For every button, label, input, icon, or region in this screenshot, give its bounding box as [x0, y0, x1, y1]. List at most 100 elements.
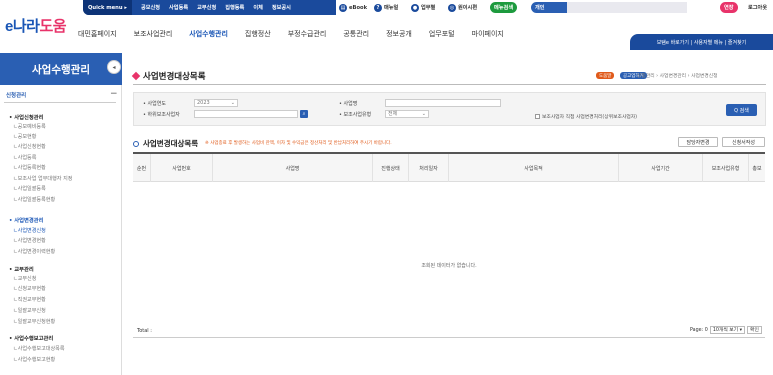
- page-title-text: 사업변경대상목록: [143, 72, 206, 82]
- remote-button[interactable]: ◎ 원이시편: [446, 2, 481, 13]
- quick-item-exec[interactable]: 집행등록: [225, 4, 244, 11]
- remote-label: 원이시편: [458, 5, 478, 11]
- gnb-item-execution[interactable]: 사업수행관리: [189, 29, 228, 39]
- quick-menu-bar: Quick menu ▸ 공모신청 사업등록 교부신청 집행등록 이체 정보공시: [83, 0, 336, 15]
- gnb-item-disclosure[interactable]: 정보공개: [386, 29, 412, 39]
- sidebar-group-active[interactable]: • 사업변경관리: [9, 216, 43, 224]
- gnb-item-mypage[interactable]: 마이페이지: [472, 29, 504, 39]
- sidebar-item[interactable]: ㄴ교부신청: [13, 275, 36, 282]
- year-value: 2023: [197, 100, 210, 106]
- sidebar-item[interactable]: ㄴ사업일괄등록: [13, 185, 46, 192]
- gnb-item-public[interactable]: 대민홈페이지: [78, 29, 117, 39]
- sidebar-item[interactable]: ㄴ공모현황: [13, 133, 36, 140]
- chevron-down-icon: ⌄: [230, 100, 235, 106]
- sidebar-item[interactable]: ㄴ사업변경이력현황: [13, 248, 55, 255]
- col-purpose[interactable]: 사업목적: [449, 154, 619, 182]
- page-size-select[interactable]: 10개씩 보기 ▾: [709, 326, 746, 334]
- sidebar-item-active[interactable]: ㄴ사업변경신청: [13, 227, 46, 234]
- gnb-item-subsidy[interactable]: 보조사업관리: [134, 29, 173, 39]
- menu-search-button[interactable]: 메뉴검색: [490, 2, 518, 13]
- gnb-item-fraud[interactable]: 부정수급관리: [288, 29, 327, 39]
- manual-button[interactable]: ? 매뉴얼: [372, 2, 402, 13]
- sidebar-group[interactable]: • 교부관리: [9, 265, 34, 273]
- by-task-button[interactable]: ● 업무별: [409, 2, 439, 13]
- extend-label: 연장: [724, 5, 734, 11]
- col-biz-no[interactable]: 사업번호: [151, 154, 213, 182]
- sidebar-item[interactable]: ㄴ사업수행보고대상목록: [13, 345, 65, 352]
- list-notice: ※ 사업종료 후 발생하는 사업비 잔액, 이자 및 수익금은 정산처리 및 반…: [205, 141, 392, 146]
- table-header: 순번 사업번호 사업명 진행상태 처리일자 사업목적 사업기간 보조사업유형 총…: [133, 154, 765, 182]
- chevron-down-icon: ⌄: [421, 111, 426, 117]
- results-table: 순번 사업번호 사업명 진행상태 처리일자 사업목적 사업기간 보조사업유형 총…: [133, 152, 765, 338]
- gnb-item-settlement[interactable]: 집행정산: [245, 29, 271, 39]
- ebook-label: eBook: [349, 4, 368, 11]
- sidebar-collapse-button[interactable]: ◂: [107, 60, 121, 74]
- sidebar-item[interactable]: ㄴ사업수행보고현황: [13, 356, 55, 363]
- sidebar-item[interactable]: ㄴ사업일괄등록현황: [13, 196, 55, 203]
- extend-session-button[interactable]: 연장: [720, 2, 738, 13]
- gnb-item-portal[interactable]: 업무포털: [429, 29, 455, 39]
- sidebar-group[interactable]: • 사업신청관리: [9, 113, 43, 121]
- personal-button[interactable]: 개인: [531, 2, 567, 13]
- year-select[interactable]: 2023 ⌄: [194, 99, 238, 107]
- col-status[interactable]: 진행상태: [373, 154, 409, 182]
- minus-icon[interactable]: −: [110, 89, 118, 99]
- sidebar-item[interactable]: ㄴ공모예비등록: [13, 123, 46, 130]
- col-biz-name[interactable]: 사업명: [213, 154, 373, 182]
- sidebar-item[interactable]: ㄴ사업신청현황: [13, 143, 46, 150]
- col-date[interactable]: 처리일자: [409, 154, 449, 182]
- list-title: 사업변경대상목록: [133, 138, 198, 149]
- top-utility-bar: Quick menu ▸ 공모신청 사업등록 교부신청 집행등록 이체 정보공시…: [0, 0, 773, 16]
- sub-org-input[interactable]: [194, 110, 298, 118]
- sidebar-item[interactable]: ㄴ일괄교부신청: [13, 307, 46, 314]
- page-title: 사업변경대상목록: [131, 70, 206, 82]
- quick-item-transfer[interactable]: 이체: [253, 4, 263, 11]
- sidebar-section-title: 신청관리: [6, 93, 27, 99]
- direct-change-checkbox[interactable]: 보조사업자 직접 사업변경처리(상위보조사업자): [535, 113, 637, 120]
- col-period[interactable]: 사업기간: [619, 154, 703, 182]
- type-label: • 보조사업유형: [339, 112, 372, 118]
- ebook-icon: ▤: [339, 3, 347, 12]
- gnb-right-links[interactable]: 보탬e 바로가기 | 사용자별 메뉴 | 즐겨찾기: [630, 34, 773, 50]
- sidebar-item[interactable]: ㄴ신청교부현황: [13, 285, 46, 292]
- remote-icon: ◎: [448, 3, 456, 12]
- name-label: • 사업명: [339, 101, 358, 107]
- manual-label: 매뉴얼: [384, 5, 399, 11]
- col-total[interactable]: 총보: [749, 154, 765, 182]
- ebook-button[interactable]: ▤ eBook: [337, 2, 371, 13]
- list-title-text: 사업변경대상목록: [143, 139, 199, 148]
- logout-label: 로그아웃: [748, 5, 768, 11]
- write-application-button[interactable]: 신청서작성: [722, 137, 765, 147]
- search-icon[interactable]: ⌕: [300, 110, 308, 118]
- gnb-item-common[interactable]: 공통관리: [343, 29, 369, 39]
- quick-item-grant[interactable]: 교부신청: [197, 4, 216, 11]
- col-seq[interactable]: 순번: [133, 154, 151, 182]
- sidebar-item[interactable]: ㄴ직권교부현황: [13, 296, 46, 303]
- type-value: 전체: [388, 111, 398, 117]
- col-type[interactable]: 보조사업유형: [703, 154, 749, 182]
- quick-item-disclosure[interactable]: 정보공시: [272, 4, 291, 11]
- change-assignee-button[interactable]: 담당자변경: [678, 137, 718, 147]
- sidebar-item[interactable]: ㄴ사업변경현황: [13, 237, 46, 244]
- logout-link[interactable]: 로그아웃: [746, 2, 771, 13]
- search-button[interactable]: Q 검색: [726, 104, 757, 116]
- total-count: Total :: [137, 328, 152, 334]
- sidebar-item[interactable]: ㄴ보조사업 업무대행자 지정: [13, 175, 72, 182]
- type-select[interactable]: 전체 ⌄: [385, 110, 429, 118]
- business-name-input[interactable]: [385, 99, 501, 107]
- sidebar-item[interactable]: ㄴ사업등록현황: [13, 164, 46, 171]
- sidebar-item[interactable]: ㄴ일괄교부신청현황: [13, 318, 55, 325]
- site-logo[interactable]: e나라도움: [5, 15, 67, 36]
- sidebar-group[interactable]: • 사업수행보고관리: [9, 334, 53, 342]
- quick-menu-toggle[interactable]: Quick menu ▸: [83, 0, 132, 15]
- quick-item-register[interactable]: 사업등록: [169, 4, 188, 11]
- help-tag[interactable]: 도움말: [596, 72, 615, 79]
- by-task-label: 업무별: [421, 5, 436, 11]
- page-go-button[interactable]: 확인: [747, 326, 762, 334]
- diamond-icon: [131, 71, 141, 81]
- checkbox-box[interactable]: [535, 114, 540, 119]
- sidebar: 신청관리 − • 사업신청관리 ㄴ공모예비등록 ㄴ공모현황 ㄴ사업신청현황 ㄴ사…: [0, 85, 122, 375]
- quick-item-contest[interactable]: 공모신청: [141, 4, 160, 11]
- sidebar-item[interactable]: ㄴ사업등록: [13, 154, 36, 161]
- logo-suffix: 도움: [39, 18, 67, 35]
